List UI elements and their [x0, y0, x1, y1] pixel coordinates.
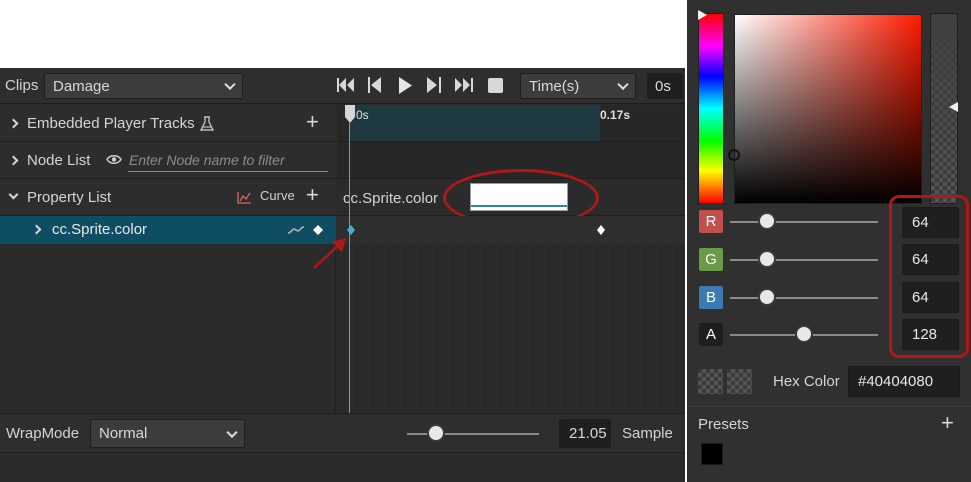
sample-slider-thumb[interactable] — [427, 424, 445, 442]
sprite-color-keyframe-track — [337, 216, 685, 244]
previous-frame-button[interactable] — [365, 75, 385, 95]
g-slider-track[interactable] — [730, 259, 878, 261]
r-slider-thumb[interactable] — [758, 212, 777, 230]
divider — [687, 406, 971, 407]
node-list-label: Node List — [27, 152, 91, 169]
hue-slider[interactable] — [698, 13, 724, 204]
b-label: B — [705, 289, 716, 306]
property-list-row: Property List Curve + — [0, 179, 336, 216]
chevron-down-icon[interactable] — [8, 189, 19, 200]
b-slider-thumb[interactable] — [758, 288, 777, 306]
animation-toolbar: Clips Damage Time(s) 0s — [0, 68, 685, 104]
stop-icon — [487, 77, 503, 93]
add-property-button[interactable]: + — [306, 184, 319, 206]
property-item-sprite-color[interactable]: cc.Sprite.color — [0, 216, 336, 244]
add-keyframe-icon[interactable] — [312, 224, 324, 236]
last-frame-button[interactable] — [453, 75, 475, 95]
presets-label: Presets — [698, 416, 749, 433]
property-list-empty-area — [0, 244, 336, 413]
chevron-right-icon[interactable] — [8, 155, 19, 166]
time-unit-value: Time(s) — [529, 77, 580, 95]
sample-value: 21.05 — [569, 425, 607, 442]
add-preset-button[interactable]: + — [941, 412, 954, 434]
wrapmode-select[interactable]: Normal — [90, 419, 245, 448]
r-label: R — [705, 213, 717, 230]
skip-last-icon — [455, 78, 473, 92]
property-list-label: Property List — [27, 189, 112, 206]
g-channel-swatch: G — [699, 248, 723, 271]
first-frame-button[interactable] — [335, 75, 357, 95]
property-header-label: cc.Sprite.color — [343, 190, 439, 207]
bottom-bar: WrapMode Normal 21.05 Sample — [0, 413, 685, 453]
hex-color-label: Hex Color — [773, 373, 840, 390]
keyframe-icon[interactable] — [595, 224, 607, 236]
eye-icon[interactable] — [106, 154, 122, 165]
node-filter-placeholder: Enter Node name to filter — [129, 152, 285, 168]
embedded-tracks-timeline: 0s 0.17s — [337, 105, 685, 142]
hue-pointer-icon[interactable] — [698, 10, 707, 20]
a-label: A — [705, 326, 716, 343]
chevron-right-icon[interactable] — [31, 224, 42, 235]
timeline-start-label: 0s — [356, 108, 369, 122]
embedded-player-tracks-row[interactable]: Embedded Player Tracks + — [0, 105, 336, 142]
alpha-pointer-icon[interactable] — [949, 102, 958, 112]
footer-area — [0, 453, 685, 482]
annotation-arrow — [313, 238, 346, 269]
current-color-swatch[interactable] — [727, 369, 752, 394]
node-filter-input[interactable]: Enter Node name to filter — [128, 150, 328, 172]
curve-button[interactable]: Curve — [260, 188, 295, 203]
play-icon — [398, 76, 412, 94]
stop-button[interactable] — [485, 75, 505, 95]
flask-icon — [200, 116, 214, 131]
skip-first-icon — [337, 78, 354, 92]
chevron-down-icon — [617, 78, 629, 91]
color-picker-panel: R 64 G 64 B 64 A 128 Hex Color #40404080… — [687, 0, 971, 482]
hex-color-input[interactable]: #40404080 — [848, 366, 960, 397]
time-unit-select[interactable]: Time(s) — [520, 73, 636, 99]
color-cursor[interactable] — [728, 149, 740, 161]
current-time-value: 0s — [655, 77, 671, 95]
preset-swatch[interactable] — [701, 443, 723, 465]
property-item-label: cc.Sprite.color — [52, 221, 148, 238]
chevron-down-icon — [226, 426, 238, 438]
r-slider-track[interactable] — [730, 221, 878, 223]
keyframe-selected-icon[interactable] — [345, 224, 357, 236]
clip-select[interactable]: Damage — [44, 73, 243, 99]
b-slider-track[interactable] — [730, 297, 878, 299]
clips-label: Clips — [5, 77, 39, 94]
step-back-icon — [368, 77, 381, 93]
a-slider-thumb[interactable] — [795, 325, 814, 343]
hex-color-value: #40404080 — [858, 373, 934, 390]
annotation-box — [889, 195, 969, 358]
previous-color-swatch[interactable] — [698, 369, 723, 394]
g-slider-thumb[interactable] — [758, 250, 777, 268]
current-time-input[interactable]: 0s — [647, 73, 683, 99]
add-track-button[interactable]: + — [306, 111, 319, 133]
timeline-empty-area — [337, 244, 685, 413]
playhead-handle-icon[interactable] — [345, 105, 355, 123]
next-frame-button[interactable] — [424, 75, 444, 95]
g-label: G — [705, 251, 717, 268]
curve-icon — [237, 192, 251, 204]
sample-label: Sample — [622, 425, 673, 442]
wrapmode-label: WrapMode — [6, 425, 80, 442]
timeline-end-label: 0.17s — [600, 108, 631, 122]
node-list-row: Node List Enter Node name to filter — [0, 142, 336, 179]
animation-editor: Clips Damage Time(s) 0s Embedded Player … — [0, 68, 685, 482]
sample-input[interactable]: 21.05 — [559, 419, 611, 448]
embedded-track-range — [349, 105, 600, 141]
clip-select-value: Damage — [53, 77, 110, 95]
step-forward-icon — [427, 77, 441, 93]
r-channel-swatch: R — [699, 210, 723, 233]
chevron-down-icon — [224, 78, 236, 91]
a-channel-swatch: A — [699, 323, 723, 346]
saturation-value-area[interactable] — [734, 14, 922, 204]
wrapmode-value: Normal — [99, 425, 148, 442]
chevron-right-icon — [8, 118, 19, 129]
easing-curve-icon[interactable] — [287, 225, 305, 235]
embedded-player-tracks-label: Embedded Player Tracks — [27, 115, 195, 132]
play-button[interactable] — [395, 75, 415, 95]
b-channel-swatch: B — [699, 286, 723, 309]
